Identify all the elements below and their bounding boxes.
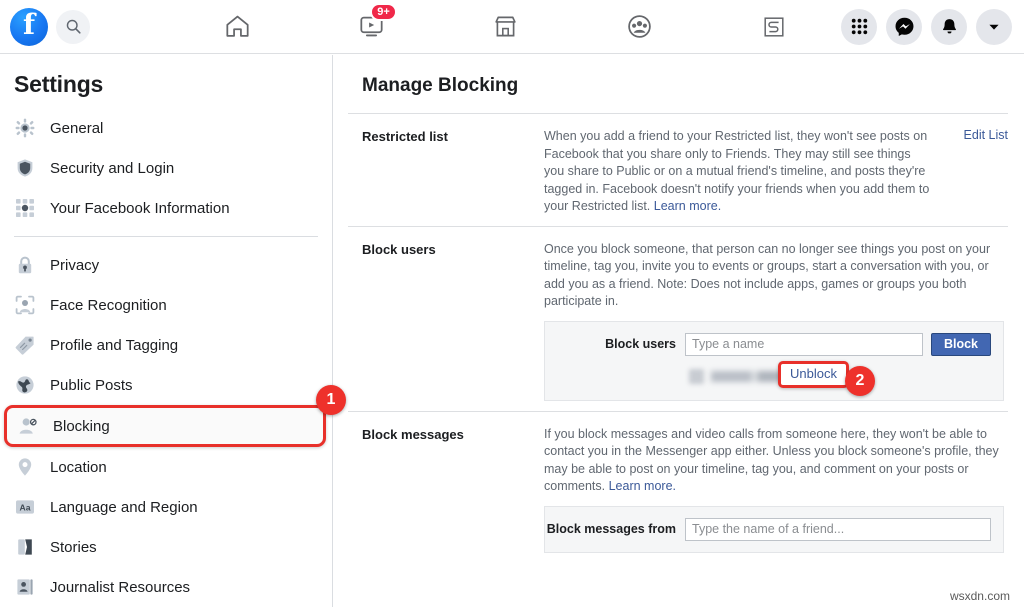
book-icon	[14, 536, 36, 558]
messenger-button[interactable]	[886, 8, 922, 45]
grid-icon	[851, 18, 867, 35]
main-content: Manage Blocking Restricted list When you…	[334, 55, 1024, 607]
sidebar-item-security-and-login[interactable]: Security and Login	[0, 148, 332, 188]
sidebar-item-general[interactable]: General	[0, 108, 332, 148]
sidebar-item-label: Your Facebook Information	[50, 199, 230, 217]
block-users-input-row: Block users Block	[545, 332, 991, 356]
shield-icon	[14, 157, 36, 179]
watermark: wsxdn.com	[949, 589, 1010, 603]
sidebar-item-label: Blocking	[53, 417, 110, 435]
block-messages-learn-more-link[interactable]: Learn more.	[609, 479, 676, 493]
sidebar-item-label: Security and Login	[50, 159, 175, 177]
watch-tab[interactable]: 9+	[340, 2, 402, 49]
lock-icon	[14, 254, 36, 276]
block-messages-description: If you block messages and video calls fr…	[544, 426, 1004, 496]
blocked-user-row: Unblock	[545, 360, 991, 389]
sidebar-item-profile-and-tagging[interactable]: Profile and Tagging	[0, 325, 332, 365]
restricted-list-text: When you add a friend to your Restricted…	[544, 129, 930, 213]
sidebar-item-journalist-resources[interactable]: Journalist Resources	[0, 567, 332, 607]
restricted-list-section: Restricted list When you add a friend to…	[348, 114, 1008, 226]
journalist-icon	[14, 576, 36, 598]
block-messages-input-row: Block messages from	[545, 517, 991, 541]
sidebar-item-your-facebook-information[interactable]: Your Facebook Information	[0, 188, 332, 228]
home-tab[interactable]	[206, 5, 268, 49]
step-badge-1: 1	[316, 385, 346, 415]
block-users-description: Once you block someone, that person can …	[544, 241, 991, 309]
block-button[interactable]: Block	[930, 332, 991, 356]
messenger-icon	[895, 17, 913, 37]
sidebar-item-label: Stories	[50, 538, 97, 556]
block-users-form: Block users Block Unblock	[544, 320, 1004, 401]
sidebar-item-label: Privacy	[50, 256, 100, 274]
globe-icon	[14, 374, 36, 396]
marketplace-icon	[495, 16, 516, 37]
grid-dot-icon	[14, 197, 36, 219]
restricted-learn-more-link[interactable]: Learn more.	[654, 199, 721, 213]
groups-icon	[628, 15, 651, 38]
block-messages-form: Block messages from	[544, 505, 1004, 553]
edit-list-link[interactable]: Edit List	[938, 128, 1008, 216]
block-users-body: Once you block someone, that person can …	[544, 241, 1008, 401]
home-icon	[226, 15, 249, 37]
nav-right-group	[841, 8, 1024, 45]
sidebar-item-face-recognition[interactable]: Face Recognition	[0, 285, 332, 325]
gaming-tab[interactable]	[743, 5, 805, 49]
sidebar-item-language-and-region[interactable]: Aa Language and Region	[0, 487, 332, 527]
account-dropdown-button[interactable]	[976, 8, 1012, 45]
sidebar-item-label: General	[50, 119, 104, 137]
block-users-input[interactable]	[685, 332, 923, 356]
settings-sidebar: Settings General Security and Login Your…	[0, 55, 333, 607]
tag-icon	[14, 334, 36, 356]
main-heading: Manage Blocking	[362, 75, 519, 96]
face-recognition-icon	[14, 294, 36, 316]
restricted-list-body: When you add a friend to your Restricted…	[544, 128, 938, 216]
sidebar-item-label: Profile and Tagging	[50, 336, 179, 354]
sidebar-item-privacy[interactable]: Privacy	[0, 245, 332, 285]
avatar	[689, 369, 704, 384]
sidebar-item-stories[interactable]: Stories	[0, 527, 332, 567]
unblock-link[interactable]: Unblock	[790, 366, 837, 381]
search-glyph	[66, 19, 81, 34]
block-messages-input[interactable]	[685, 517, 991, 541]
sidebar-item-label: Language and Region	[50, 498, 198, 516]
facebook-logo[interactable]: f	[10, 7, 48, 46]
bell-icon	[942, 19, 956, 34]
marketplace-tab[interactable]	[474, 5, 536, 49]
sidebar-item-public-posts[interactable]: Public Posts	[0, 365, 332, 405]
block-messages-section: Block messages If you block messages and…	[348, 412, 1008, 563]
sidebar-item-blocking[interactable]: Blocking	[4, 405, 326, 447]
restricted-list-label: Restricted list	[362, 129, 448, 144]
sidebar-divider	[14, 236, 318, 237]
top-navigation-bar: f 9+	[0, 0, 1024, 54]
search-icon[interactable]	[56, 9, 90, 44]
aa-icon: Aa	[14, 496, 36, 518]
sidebar-item-label: Journalist Resources	[50, 578, 191, 596]
nav-left-group: f	[0, 7, 160, 46]
page-title: Settings	[14, 71, 104, 97]
sidebar-item-label: Public Posts	[50, 376, 133, 394]
location-pin-icon	[14, 456, 36, 478]
nav-center-tabs: 9+	[170, 2, 841, 49]
step-badge-2: 2	[845, 366, 875, 396]
restricted-list-description: When you add a friend to your Restricted…	[544, 128, 934, 216]
sidebar-item-location[interactable]: Location	[0, 447, 332, 487]
watch-badge: 9+	[370, 2, 397, 21]
gaming-icon	[764, 16, 784, 37]
notifications-button[interactable]	[931, 8, 967, 45]
block-users-section: Block users Once you block someone, that…	[348, 227, 1008, 411]
block-messages-label: Block messages	[362, 426, 464, 442]
svg-text:Aa: Aa	[20, 502, 31, 512]
block-messages-body: If you block messages and video calls fr…	[544, 426, 1008, 553]
block-messages-form-label: Block messages from	[546, 521, 676, 536]
block-users-form-label: Block users	[605, 336, 676, 351]
gear-icon	[14, 117, 36, 139]
sidebar-item-label: Face Recognition	[50, 296, 167, 314]
chevron-down-icon	[989, 24, 999, 30]
groups-tab[interactable]	[609, 5, 671, 49]
unblock-highlight-box: Unblock	[778, 360, 849, 388]
person-block-icon	[17, 415, 39, 437]
block-users-label: Block users	[362, 241, 436, 257]
menu-grid-button[interactable]	[841, 8, 877, 45]
sidebar-item-label: Location	[50, 458, 107, 476]
